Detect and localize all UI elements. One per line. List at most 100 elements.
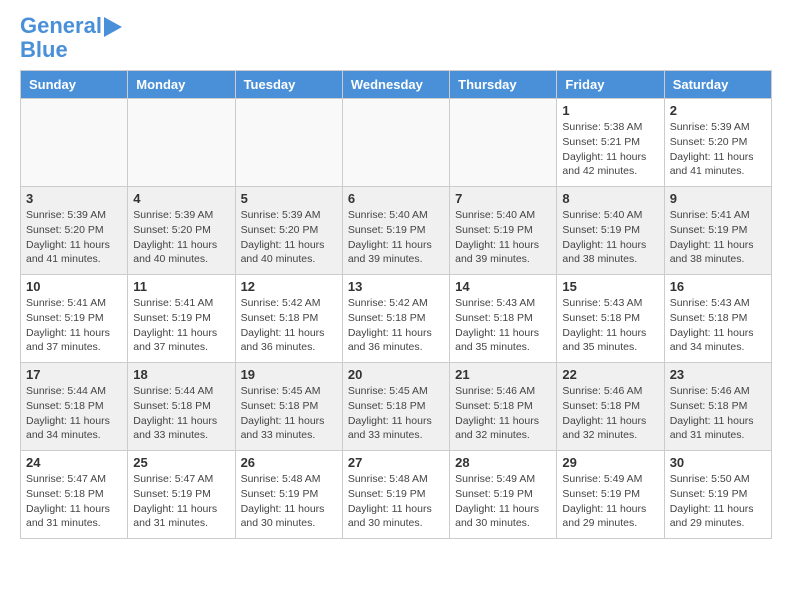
day-number: 13 [348,279,444,294]
calendar-cell: 13 Sunrise: 5:42 AM Sunset: 5:18 PM Dayli… [342,275,449,363]
day-number: 8 [562,191,658,206]
day-number: 7 [455,191,551,206]
day-number: 20 [348,367,444,382]
day-info: Sunrise: 5:39 AM Sunset: 5:20 PM Dayligh… [133,208,229,267]
calendar-cell: 7 Sunrise: 5:40 AM Sunset: 5:19 PM Daylig… [450,187,557,275]
day-info: Sunrise: 5:49 AM Sunset: 5:19 PM Dayligh… [455,472,551,531]
day-info: Sunrise: 5:41 AM Sunset: 5:19 PM Dayligh… [26,296,122,355]
weekday-header-thursday: Thursday [450,71,557,99]
calendar-table: SundayMondayTuesdayWednesdayThursdayFrid… [20,70,772,539]
weekday-header-monday: Monday [128,71,235,99]
logo-arrow-icon [104,17,122,37]
day-info: Sunrise: 5:45 AM Sunset: 5:18 PM Dayligh… [348,384,444,443]
calendar-cell: 4 Sunrise: 5:39 AM Sunset: 5:20 PM Daylig… [128,187,235,275]
week-row-4: 17 Sunrise: 5:44 AM Sunset: 5:18 PM Dayli… [21,363,772,451]
calendar-cell: 3Sunrise: 5:39 AM Sunset: 5:20 PM Daylig… [21,187,128,275]
day-number: 23 [670,367,766,382]
day-number: 1 [562,103,658,118]
weekday-header-wednesday: Wednesday [342,71,449,99]
calendar-cell [128,99,235,187]
calendar-cell: 19 Sunrise: 5:45 AM Sunset: 5:18 PM Dayli… [235,363,342,451]
day-number: 15 [562,279,658,294]
day-info: Sunrise: 5:47 AM Sunset: 5:19 PM Dayligh… [133,472,229,531]
calendar-cell: 9 Sunrise: 5:41 AM Sunset: 5:19 PM Daylig… [664,187,771,275]
calendar-cell: 30 Sunrise: 5:50 AM Sunset: 5:19 PM Dayli… [664,451,771,539]
weekday-header-row: SundayMondayTuesdayWednesdayThursdayFrid… [21,71,772,99]
day-info: Sunrise: 5:46 AM Sunset: 5:18 PM Dayligh… [670,384,766,443]
calendar-wrap: SundayMondayTuesdayWednesdayThursdayFrid… [0,70,792,549]
day-number: 2 [670,103,766,118]
day-info: Sunrise: 5:41 AM Sunset: 5:19 PM Dayligh… [670,208,766,267]
day-number: 22 [562,367,658,382]
day-number: 30 [670,455,766,470]
calendar-cell: 10 Sunrise: 5:41 AM Sunset: 5:19 PM Dayli… [21,275,128,363]
day-number: 26 [241,455,337,470]
day-info: Sunrise: 5:43 AM Sunset: 5:18 PM Dayligh… [670,296,766,355]
day-number: 12 [241,279,337,294]
logo-blue: Blue [20,38,68,62]
logo: General Blue [20,14,122,62]
calendar-cell: 21Sunrise: 5:46 AM Sunset: 5:18 PM Dayli… [450,363,557,451]
day-info: Sunrise: 5:43 AM Sunset: 5:18 PM Dayligh… [455,296,551,355]
week-row-3: 10 Sunrise: 5:41 AM Sunset: 5:19 PM Dayli… [21,275,772,363]
calendar-cell: 15 Sunrise: 5:43 AM Sunset: 5:18 PM Dayli… [557,275,664,363]
day-number: 17 [26,367,122,382]
day-number: 10 [26,279,122,294]
calendar-cell: 26 Sunrise: 5:48 AM Sunset: 5:19 PM Dayli… [235,451,342,539]
day-info: Sunrise: 5:45 AM Sunset: 5:18 PM Dayligh… [241,384,337,443]
weekday-header-tuesday: Tuesday [235,71,342,99]
day-info: Sunrise: 5:40 AM Sunset: 5:19 PM Dayligh… [348,208,444,267]
logo-text: General [20,14,102,38]
calendar-cell: 23 Sunrise: 5:46 AM Sunset: 5:18 PM Dayli… [664,363,771,451]
day-info: Sunrise: 5:49 AM Sunset: 5:19 PM Dayligh… [562,472,658,531]
weekday-header-friday: Friday [557,71,664,99]
day-number: 19 [241,367,337,382]
day-info: Sunrise: 5:50 AM Sunset: 5:19 PM Dayligh… [670,472,766,531]
week-row-1: 1 Sunrise: 5:38 AM Sunset: 5:21 PM Daylig… [21,99,772,187]
day-info: Sunrise: 5:43 AM Sunset: 5:18 PM Dayligh… [562,296,658,355]
day-number: 5 [241,191,337,206]
day-info: Sunrise: 5:39 AM Sunset: 5:20 PM Dayligh… [26,208,122,267]
day-number: 4 [133,191,229,206]
calendar-cell: 8Sunrise: 5:40 AM Sunset: 5:19 PM Daylig… [557,187,664,275]
day-info: Sunrise: 5:44 AM Sunset: 5:18 PM Dayligh… [26,384,122,443]
calendar-cell: 17 Sunrise: 5:44 AM Sunset: 5:18 PM Dayli… [21,363,128,451]
calendar-cell: 25 Sunrise: 5:47 AM Sunset: 5:19 PM Dayli… [128,451,235,539]
day-number: 14 [455,279,551,294]
day-info: Sunrise: 5:48 AM Sunset: 5:19 PM Dayligh… [348,472,444,531]
day-info: Sunrise: 5:38 AM Sunset: 5:21 PM Dayligh… [562,120,658,179]
day-number: 28 [455,455,551,470]
weekday-header-sunday: Sunday [21,71,128,99]
calendar-cell: 28 Sunrise: 5:49 AM Sunset: 5:19 PM Dayli… [450,451,557,539]
week-row-5: 24 Sunrise: 5:47 AM Sunset: 5:18 PM Dayli… [21,451,772,539]
day-info: Sunrise: 5:39 AM Sunset: 5:20 PM Dayligh… [241,208,337,267]
day-info: Sunrise: 5:42 AM Sunset: 5:18 PM Dayligh… [348,296,444,355]
calendar-cell: 18Sunrise: 5:44 AM Sunset: 5:18 PM Dayli… [128,363,235,451]
calendar-cell: 1 Sunrise: 5:38 AM Sunset: 5:21 PM Daylig… [557,99,664,187]
calendar-cell: 20 Sunrise: 5:45 AM Sunset: 5:18 PM Dayli… [342,363,449,451]
calendar-cell [21,99,128,187]
day-number: 25 [133,455,229,470]
day-number: 11 [133,279,229,294]
calendar-cell: 6Sunrise: 5:40 AM Sunset: 5:19 PM Daylig… [342,187,449,275]
calendar-cell [450,99,557,187]
calendar-cell: 5 Sunrise: 5:39 AM Sunset: 5:20 PM Daylig… [235,187,342,275]
day-info: Sunrise: 5:47 AM Sunset: 5:18 PM Dayligh… [26,472,122,531]
calendar-cell: 27Sunrise: 5:48 AM Sunset: 5:19 PM Dayli… [342,451,449,539]
calendar-cell [342,99,449,187]
calendar-cell: 2Sunrise: 5:39 AM Sunset: 5:20 PM Daylig… [664,99,771,187]
day-number: 9 [670,191,766,206]
calendar-cell: 24 Sunrise: 5:47 AM Sunset: 5:18 PM Dayli… [21,451,128,539]
calendar-cell: 29Sunrise: 5:49 AM Sunset: 5:19 PM Dayli… [557,451,664,539]
weekday-header-saturday: Saturday [664,71,771,99]
calendar-cell: 22 Sunrise: 5:46 AM Sunset: 5:18 PM Dayli… [557,363,664,451]
day-info: Sunrise: 5:48 AM Sunset: 5:19 PM Dayligh… [241,472,337,531]
day-info: Sunrise: 5:40 AM Sunset: 5:19 PM Dayligh… [455,208,551,267]
day-info: Sunrise: 5:41 AM Sunset: 5:19 PM Dayligh… [133,296,229,355]
day-info: Sunrise: 5:46 AM Sunset: 5:18 PM Dayligh… [455,384,551,443]
calendar-cell: 14 Sunrise: 5:43 AM Sunset: 5:18 PM Dayli… [450,275,557,363]
day-info: Sunrise: 5:46 AM Sunset: 5:18 PM Dayligh… [562,384,658,443]
calendar-cell: 11 Sunrise: 5:41 AM Sunset: 5:19 PM Dayli… [128,275,235,363]
calendar-cell: 12Sunrise: 5:42 AM Sunset: 5:18 PM Dayli… [235,275,342,363]
day-number: 24 [26,455,122,470]
